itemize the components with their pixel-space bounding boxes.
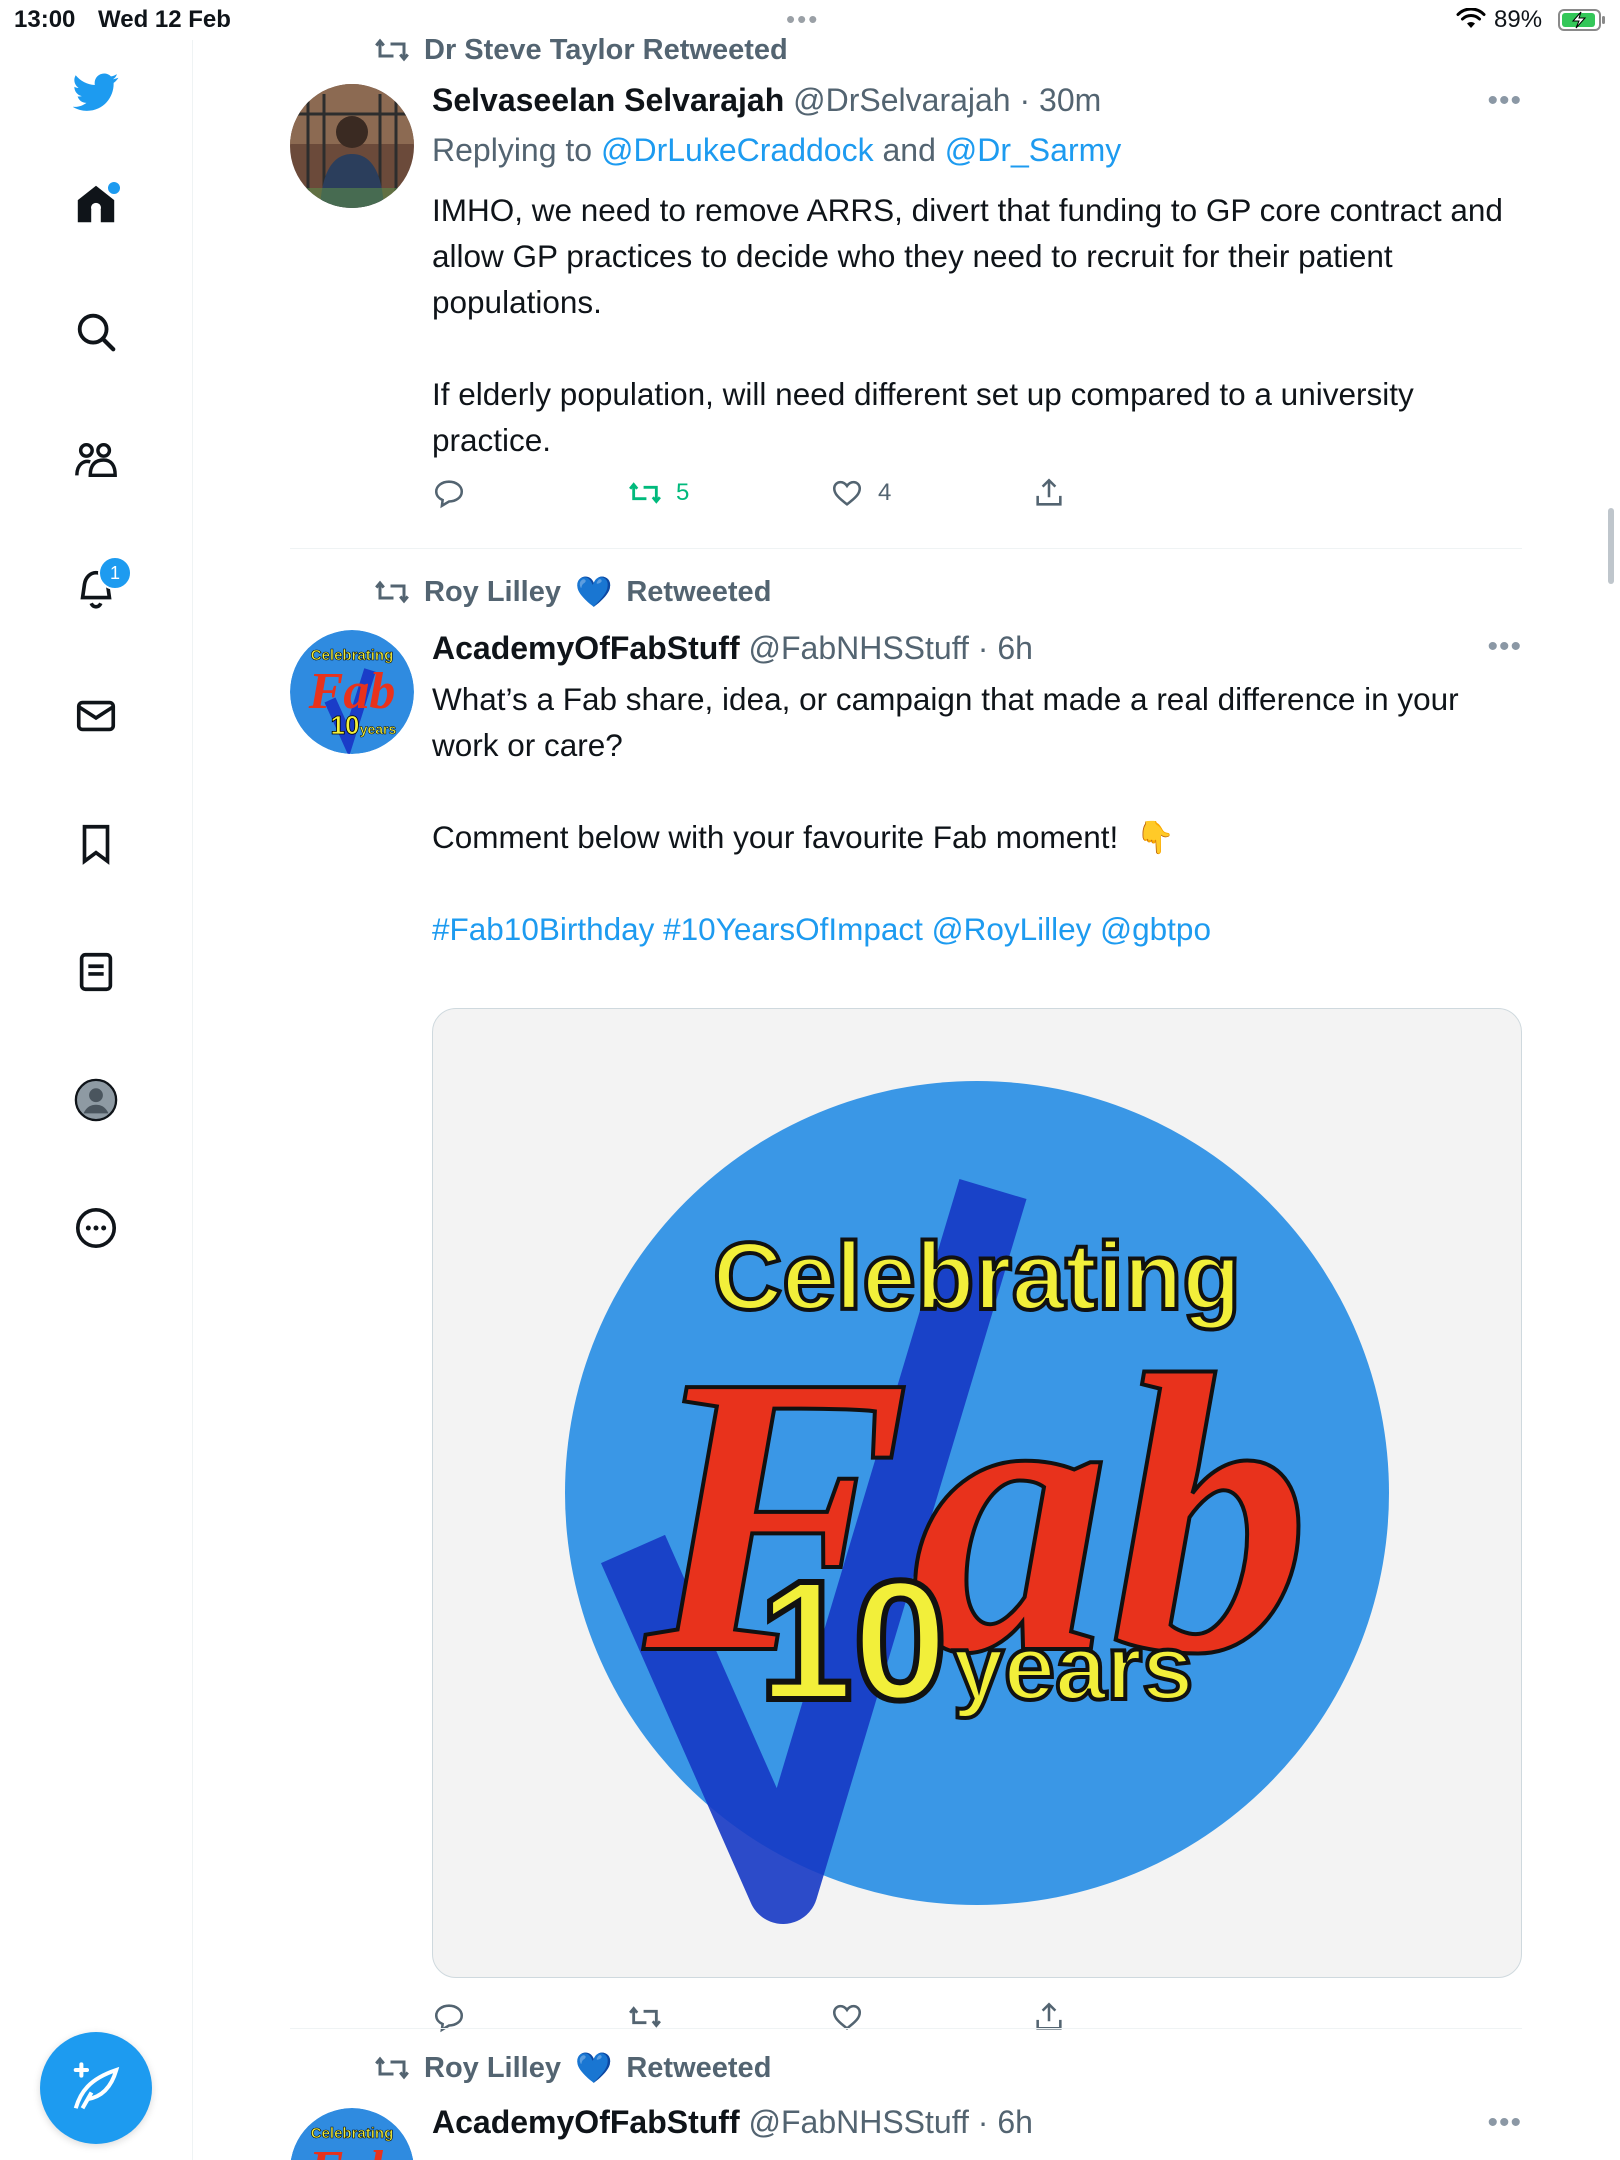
tweet-paragraph: What’s a Fab share, idea, or campaign th…: [432, 681, 1459, 763]
twitter-logo-icon[interactable]: [70, 64, 122, 116]
divider: [290, 548, 1522, 549]
share-button[interactable]: [1032, 476, 1066, 510]
handle[interactable]: @FabNHSStuff: [748, 630, 968, 666]
home-new-dot: [106, 180, 122, 196]
reply-icon: [434, 480, 464, 509]
retweet-small-icon: [375, 38, 409, 62]
home-icon[interactable]: [70, 178, 122, 230]
profile-icon[interactable]: [70, 1074, 122, 1126]
retweet-icon: [629, 482, 661, 504]
svg-text:10: 10: [331, 710, 360, 740]
tweet-actions: [432, 2000, 1092, 2044]
tweet-time[interactable]: 30m: [1039, 82, 1101, 118]
tweet-time[interactable]: 6h: [997, 630, 1033, 666]
retweet-small-icon: [375, 580, 409, 604]
like-button[interactable]: 4: [830, 476, 891, 510]
retweeted-by-text[interactable]: Dr Steve Taylor Retweeted: [424, 34, 788, 67]
more-options-icon[interactable]: •••: [1487, 84, 1522, 118]
display-name[interactable]: Selvaseelan Selvarajah: [432, 82, 784, 118]
status-time: 13:00: [14, 6, 76, 33]
compose-tweet-icon: [73, 2062, 120, 2110]
mention-link[interactable]: @Dr_Sarmy: [945, 132, 1122, 168]
heart-icon: [832, 480, 862, 506]
retweet-small-icon: [375, 2056, 409, 2080]
multitasking-dots-icon[interactable]: •••: [786, 4, 819, 35]
tweet-header: Selvaseelan Selvarajah @DrSelvarajah · 3…: [432, 82, 1102, 118]
bookmarks-icon[interactable]: [70, 818, 122, 870]
notifications-icon[interactable]: 1: [70, 556, 132, 614]
tweet-text: What’s a Fab share, idea, or campaign th…: [432, 676, 1522, 952]
retweeted-suffix: Retweeted: [626, 575, 772, 608]
retweet-count: 5: [676, 479, 690, 506]
scrollbar-thumb[interactable]: [1608, 508, 1614, 584]
reply-button[interactable]: [432, 476, 466, 510]
lists-icon[interactable]: [70, 946, 122, 998]
sidebar-nav: 1: [0, 40, 193, 2160]
avatar[interactable]: Celebrating Fab: [290, 2108, 414, 2160]
tweet-card[interactable]: Dr Steve Taylor Retweeted Selvaseelan Se…: [290, 34, 1522, 550]
wifi-icon: [1456, 8, 1486, 28]
search-icon[interactable]: [70, 306, 122, 358]
retweet-context: Roy Lilley 💙 Retweeted: [374, 574, 771, 610]
more-icon[interactable]: [70, 1202, 122, 1254]
more-options-icon[interactable]: •••: [1487, 630, 1522, 664]
retweeted-suffix: Retweeted: [626, 2051, 772, 2084]
avatar[interactable]: Celebrating Fab 10 years: [290, 630, 414, 754]
fab-10-years-image: Celebrating Fab 10 years: [565, 1081, 1389, 1924]
status-date: Wed 12 Feb: [98, 6, 231, 33]
notifications-badge: 1: [98, 556, 132, 590]
retweeted-by-name[interactable]: Roy Lilley: [424, 2052, 561, 2085]
more-options-icon[interactable]: •••: [1487, 2106, 1522, 2140]
retweet-context: Dr Steve Taylor Retweeted: [374, 32, 788, 68]
image-number: 10: [758, 1546, 947, 1736]
svg-text:Fab: Fab: [308, 2141, 396, 2160]
battery-percent: 89%: [1494, 6, 1543, 33]
tweet-paragraph: IMHO, we need to remove ARRS, divert tha…: [432, 192, 1503, 320]
communities-icon[interactable]: [70, 434, 122, 486]
svg-text:Celebrating: Celebrating: [311, 2125, 394, 2142]
tweet-card[interactable]: Roy Lilley 💙 Retweeted Celebrating Fab A…: [290, 2050, 1522, 2160]
tweet-actions: 5 4: [432, 476, 1092, 520]
avatar[interactable]: [290, 84, 414, 208]
tweet-paragraph: If elderly population, will need differe…: [432, 376, 1414, 458]
status-bar: 13:00 Wed 12 Feb ••• 89%: [0, 0, 1620, 40]
mention-link[interactable]: @DrLukeCraddock: [601, 132, 874, 168]
svg-text:Celebrating: Celebrating: [311, 647, 394, 664]
messages-icon[interactable]: [70, 690, 122, 742]
tweet-time[interactable]: 6h: [997, 2104, 1033, 2140]
replying-to: Replying to @DrLukeCraddock and @Dr_Sarm…: [432, 132, 1122, 168]
tweet-header: AcademyOfFabStuff @FabNHSStuff · 6h: [432, 630, 1033, 666]
battery-charging-icon: [1558, 9, 1605, 31]
tweet-text: IMHO, we need to remove ARRS, divert tha…: [432, 187, 1522, 463]
retweet-button[interactable]: 5: [628, 476, 689, 510]
blue-heart-emoji: 💙: [575, 2051, 613, 2085]
compose-tweet-button[interactable]: [40, 2032, 152, 2144]
hashtag-links[interactable]: #Fab10Birthday #10YearsOfImpact @RoyLill…: [432, 906, 1522, 952]
divider: [290, 2028, 1522, 2029]
tweet-image[interactable]: Celebrating Fab 10 years: [432, 1008, 1522, 1978]
retweeted-by-name[interactable]: Roy Lilley: [424, 576, 561, 609]
display-name[interactable]: AcademyOfFabStuff: [432, 630, 740, 666]
pointing-down-emoji: 👇: [1135, 819, 1176, 855]
svg-text:years: years: [360, 721, 397, 737]
handle[interactable]: @FabNHSStuff: [748, 2104, 968, 2140]
timeline-feed: Dr Steve Taylor Retweeted Selvaseelan Se…: [192, 34, 1604, 2160]
display-name[interactable]: AcademyOfFabStuff: [432, 2104, 740, 2140]
blue-heart-emoji: 💙: [575, 575, 613, 609]
like-count: 4: [878, 479, 892, 506]
tweet-card[interactable]: Roy Lilley 💙 Retweeted Celebrating Fab 1…: [290, 568, 1522, 2048]
handle[interactable]: @DrSelvarajah: [793, 82, 1010, 118]
image-sub-text: years: [953, 1617, 1193, 1719]
tweet-header: AcademyOfFabStuff @FabNHSStuff · 6h: [432, 2104, 1033, 2140]
tweet-paragraph: Comment below with your favourite Fab mo…: [432, 819, 1176, 855]
share-icon: [1036, 478, 1062, 506]
retweet-context: Roy Lilley 💙 Retweeted: [374, 2050, 771, 2086]
